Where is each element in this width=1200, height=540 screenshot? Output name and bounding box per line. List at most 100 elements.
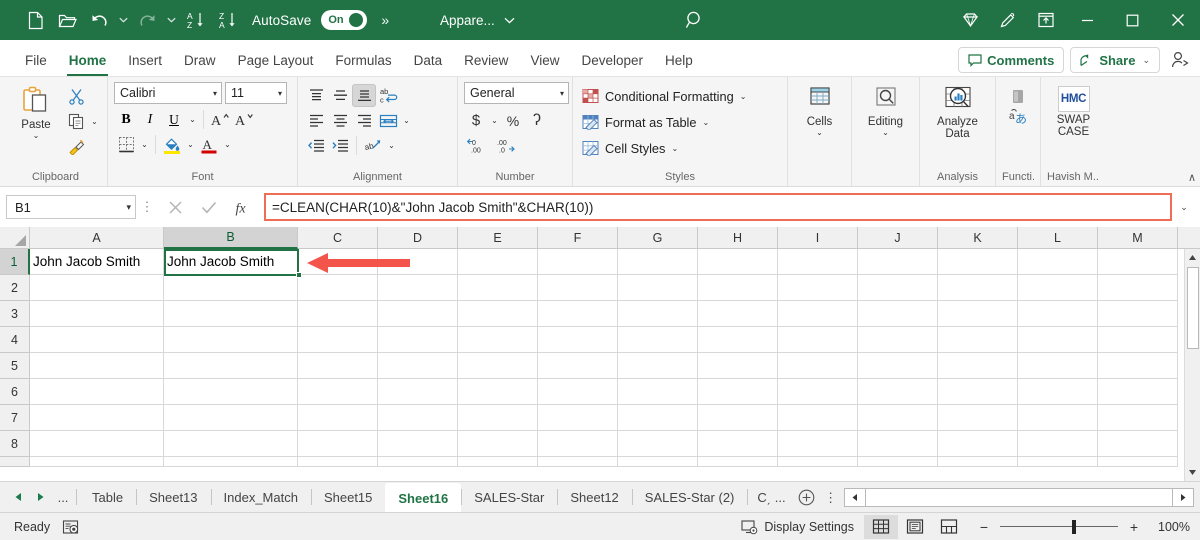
sheet-tab-sheet16[interactable]: Sheet16: [385, 483, 462, 512]
zoom-level-label[interactable]: 100%: [1150, 520, 1190, 534]
cell-c9[interactable]: [298, 457, 378, 467]
cell-f6[interactable]: [538, 379, 618, 405]
hscroll-left-button[interactable]: [843, 487, 866, 507]
zoom-out-button[interactable]: −: [976, 519, 992, 535]
undo-icon[interactable]: [84, 6, 114, 34]
cell-k4[interactable]: [938, 327, 1018, 353]
sheet-tab-sales-star[interactable]: SALES-Star: [461, 482, 557, 512]
undo-dropdown-caret[interactable]: [116, 6, 130, 34]
collapse-ribbon-button[interactable]: ∧: [1188, 171, 1196, 184]
cell-a2[interactable]: [30, 275, 164, 301]
scroll-down-button[interactable]: [1184, 464, 1200, 481]
decrease-decimal-button[interactable]: .00.0: [492, 134, 520, 157]
cell-g5[interactable]: [618, 353, 698, 379]
increase-decimal-button[interactable]: 0.00: [464, 134, 492, 157]
zoom-slider[interactable]: [1000, 519, 1118, 535]
row-header-1[interactable]: 1: [0, 249, 30, 275]
cell-a5[interactable]: [30, 353, 164, 379]
formula-bar-options[interactable]: ⋮: [136, 200, 158, 213]
cell-d9[interactable]: [378, 457, 458, 467]
cell-i1[interactable]: [778, 249, 858, 275]
column-header-c[interactable]: C: [298, 227, 378, 249]
previous-sheet-button[interactable]: [8, 485, 28, 509]
cell-e3[interactable]: [458, 301, 538, 327]
minimize-button[interactable]: [1065, 0, 1110, 40]
column-header-h[interactable]: H: [698, 227, 778, 249]
cell-b3[interactable]: [164, 301, 298, 327]
new-file-icon[interactable]: [20, 6, 50, 34]
cell-h3[interactable]: [698, 301, 778, 327]
cell-m1[interactable]: [1098, 249, 1178, 275]
cell-l7[interactable]: [1018, 405, 1098, 431]
next-sheet-button[interactable]: [30, 485, 50, 509]
file-name-dropdown[interactable]: Appare...: [440, 13, 515, 28]
qat-more-button[interactable]: »: [381, 12, 389, 28]
cell-j4[interactable]: [858, 327, 938, 353]
conditional-formatting-button[interactable]: Conditional Formatting ⌄: [579, 84, 752, 108]
cell-j5[interactable]: [858, 353, 938, 379]
row-header-3[interactable]: 3: [0, 301, 30, 327]
orientation-button[interactable]: ab: [361, 134, 385, 157]
function-translate-button[interactable]: a あ: [997, 86, 1039, 135]
cell-k8[interactable]: [938, 431, 1018, 457]
cell-f9[interactable]: [538, 457, 618, 467]
cell-f4[interactable]: [538, 327, 618, 353]
redo-dropdown-caret[interactable]: [164, 6, 178, 34]
sheet-tab-table[interactable]: Table: [79, 482, 136, 512]
align-right-button[interactable]: [352, 109, 376, 132]
cell-i7[interactable]: [778, 405, 858, 431]
display-settings-button[interactable]: Display Settings: [731, 515, 864, 539]
cell-b8[interactable]: [164, 431, 298, 457]
cell-k3[interactable]: [938, 301, 1018, 327]
bold-button[interactable]: B: [114, 108, 138, 131]
ribbon-tab-formulas[interactable]: Formulas: [324, 46, 402, 76]
column-header-k[interactable]: K: [938, 227, 1018, 249]
cell-j9[interactable]: [858, 457, 938, 467]
cell-h7[interactable]: [698, 405, 778, 431]
highlighter-icon[interactable]: [989, 0, 1027, 40]
font-color-caret-icon[interactable]: ⌄: [221, 133, 234, 156]
cell-b9[interactable]: [164, 457, 298, 467]
editing-button[interactable]: Editing ⌄: [858, 83, 913, 137]
ribbon-tab-data[interactable]: Data: [403, 46, 454, 76]
cell-j6[interactable]: [858, 379, 938, 405]
page-layout-view-icon[interactable]: [898, 515, 932, 539]
cell-i4[interactable]: [778, 327, 858, 353]
horizontal-scrollbar[interactable]: [840, 482, 1200, 512]
cell-k1[interactable]: [938, 249, 1018, 275]
sheet-tab-sheet15[interactable]: Sheet15: [310, 482, 385, 512]
cell-b4[interactable]: [164, 327, 298, 353]
add-sheet-button[interactable]: [792, 482, 822, 512]
row-header-4[interactable]: 4: [0, 327, 30, 353]
cell-m9[interactable]: [1098, 457, 1178, 467]
expand-formula-bar-button[interactable]: ⌄: [1174, 202, 1194, 213]
cell-b5[interactable]: [164, 353, 298, 379]
ribbon-tab-home[interactable]: Home: [58, 46, 118, 76]
cell-a6[interactable]: [30, 379, 164, 405]
copy-caret-icon[interactable]: ⌄: [88, 110, 101, 133]
cell-c7[interactable]: [298, 405, 378, 431]
comments-button[interactable]: Comments: [958, 47, 1065, 73]
cell-c2[interactable]: [298, 275, 378, 301]
cell-b7[interactable]: [164, 405, 298, 431]
cell-c8[interactable]: [298, 431, 378, 457]
cell-m3[interactable]: [1098, 301, 1178, 327]
sheet-tab-overflow-menu[interactable]: ⋮: [822, 482, 840, 512]
cell-a4[interactable]: [30, 327, 164, 353]
align-top-button[interactable]: [304, 84, 328, 107]
cell-f5[interactable]: [538, 353, 618, 379]
sheet-tab-sheet12[interactable]: Sheet12: [557, 482, 631, 512]
ribbon-tab-developer[interactable]: Developer: [570, 46, 654, 76]
cells-caret-icon[interactable]: ⌄: [816, 129, 823, 137]
align-middle-button[interactable]: [328, 84, 352, 107]
insert-function-button[interactable]: fx: [226, 194, 260, 220]
sheet-tab-index-match[interactable]: Index_Match: [210, 482, 311, 512]
redo-icon[interactable]: [132, 6, 162, 34]
cell-e6[interactable]: [458, 379, 538, 405]
cell-g3[interactable]: [618, 301, 698, 327]
cell-d6[interactable]: [378, 379, 458, 405]
cell-l1[interactable]: [1018, 249, 1098, 275]
comma-style-button[interactable]: ʔ: [525, 109, 549, 132]
column-header-e[interactable]: E: [458, 227, 538, 249]
cell-g6[interactable]: [618, 379, 698, 405]
